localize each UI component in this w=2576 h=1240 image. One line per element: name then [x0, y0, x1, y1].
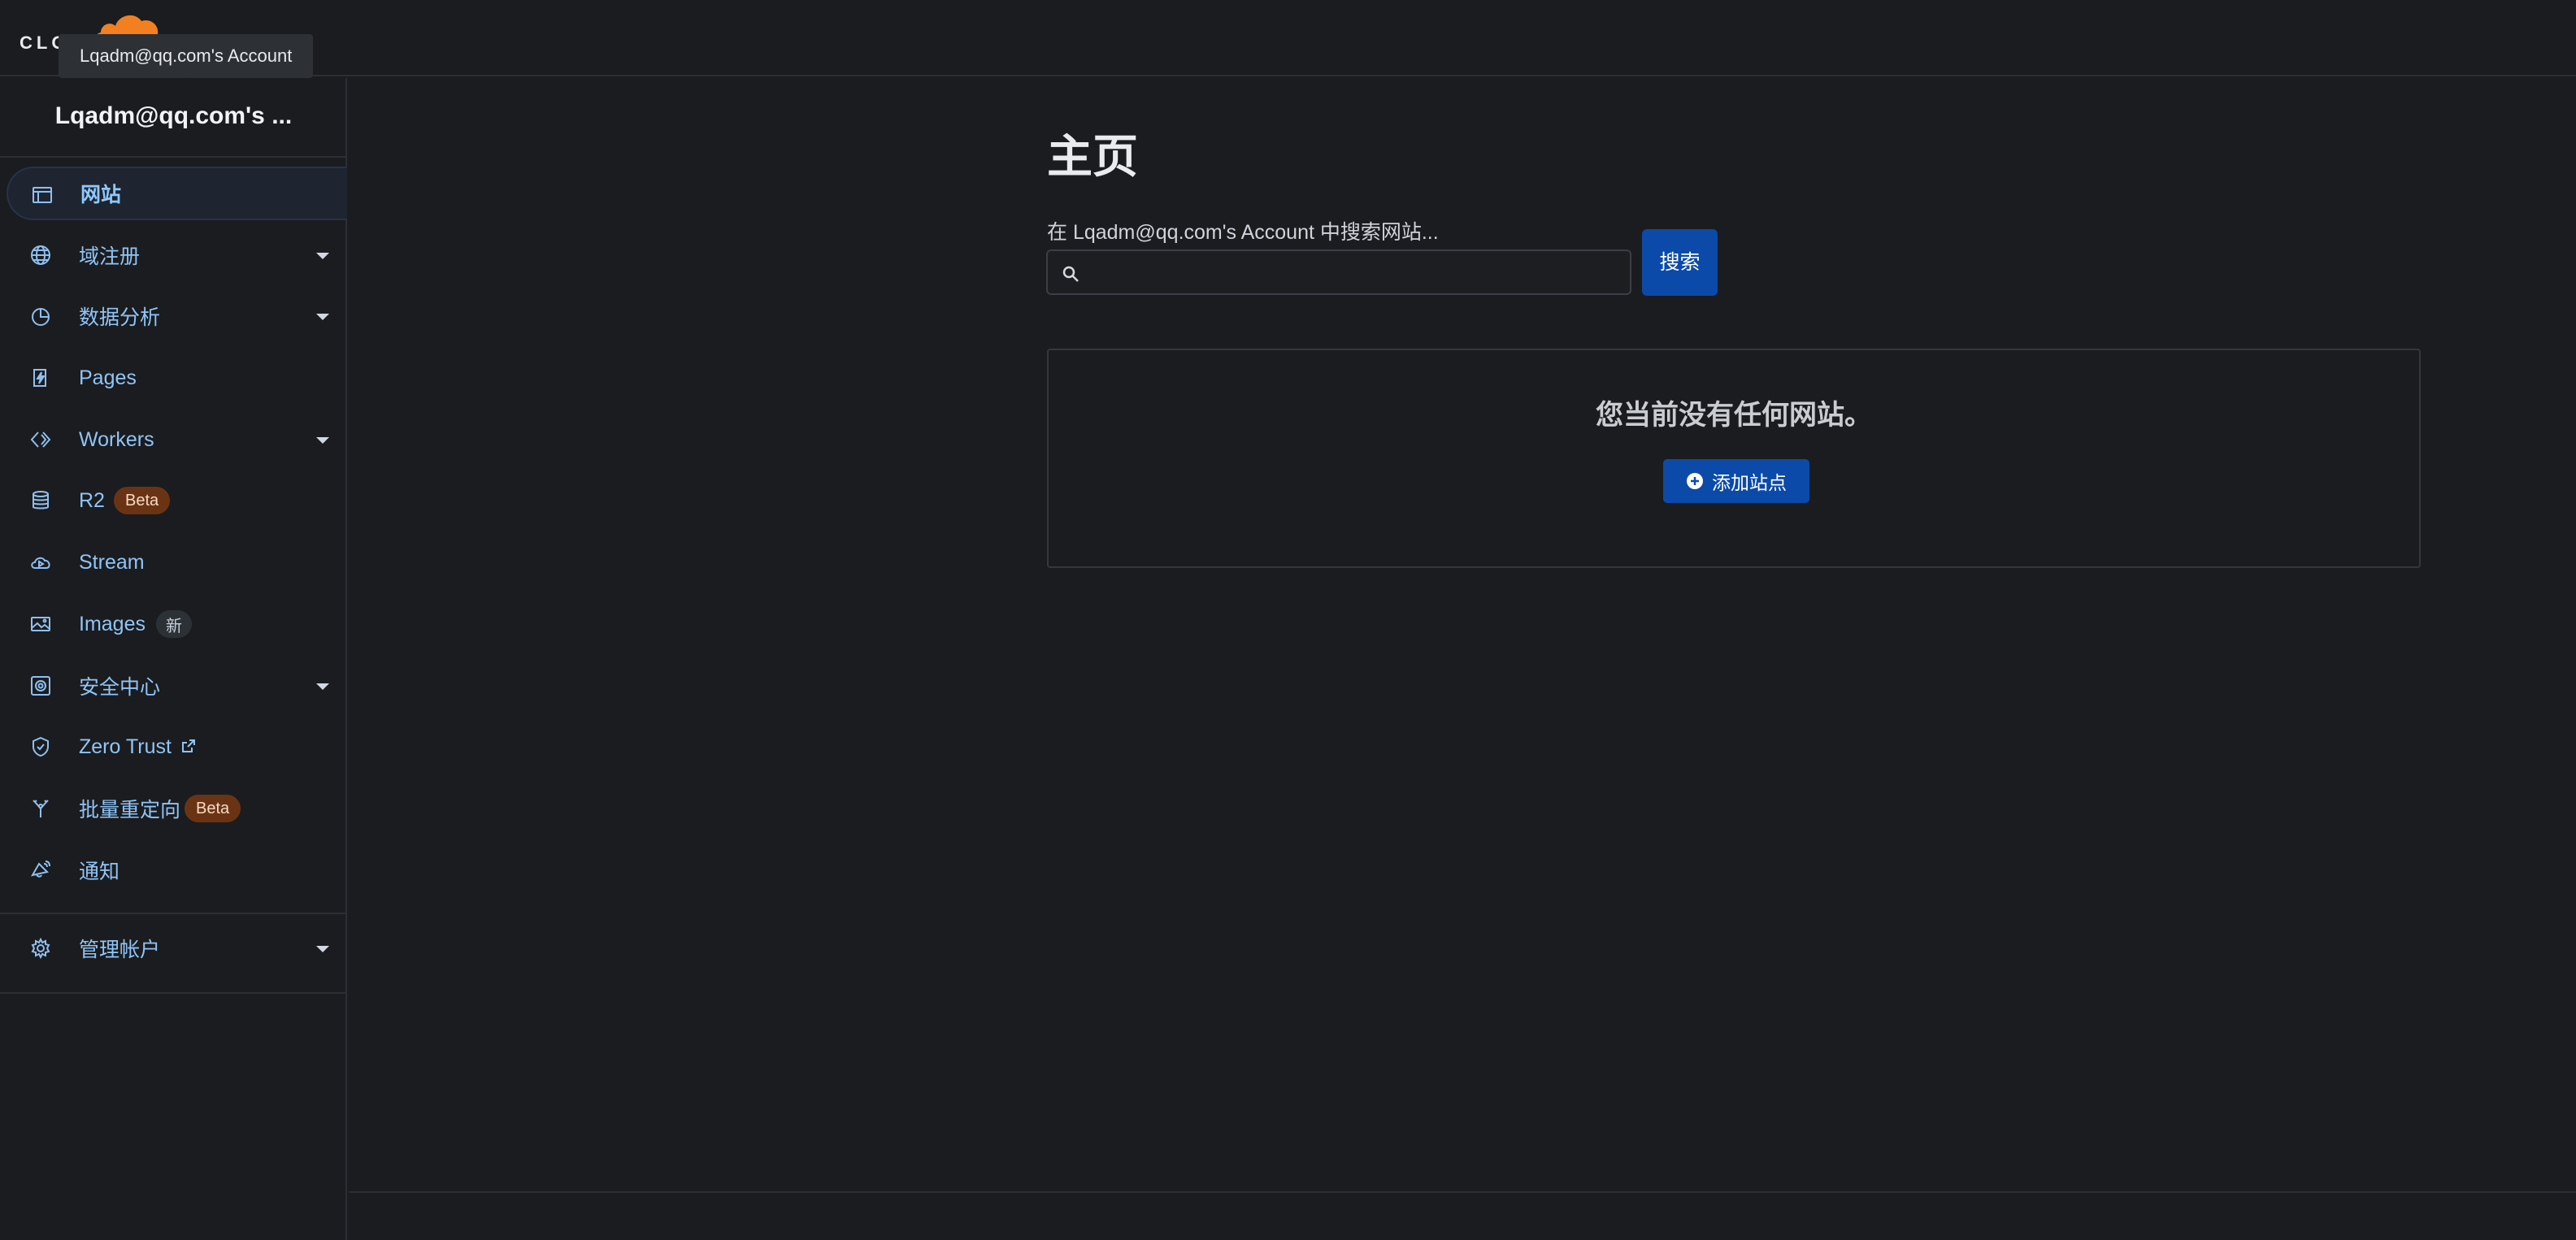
sidebar-item-label: 批量重定向: [79, 799, 181, 822]
sidebar-item-label: 安全中心: [79, 676, 161, 699]
pie-chart-icon: [29, 305, 52, 327]
workers-diamond-icon: [29, 428, 52, 451]
search-input[interactable]: [1088, 256, 1617, 288]
sidebar-item-label: Pages: [79, 366, 137, 389]
sidebar-item-zero-trust[interactable]: Zero Trust: [7, 720, 347, 774]
search-field[interactable]: [1046, 249, 1631, 295]
chevron-down-icon[interactable]: [316, 683, 329, 690]
chevron-down-icon[interactable]: [316, 314, 329, 320]
image-icon: [29, 613, 52, 635]
sidebar-item-websites[interactable]: 网站: [7, 167, 347, 220]
sidebar-item-analytics[interactable]: 数据分析: [7, 289, 347, 343]
sidebar-item-domain-registration[interactable]: 域注册: [7, 228, 347, 282]
footer-divider: [349, 1191, 2576, 1193]
sidebar-item-bulk-redirects[interactable]: 批量重定向 Beta: [7, 782, 347, 835]
add-site-button[interactable]: 添加站点: [1663, 459, 1809, 503]
beta-badge: Beta: [185, 795, 241, 822]
shield-check-icon: [29, 735, 52, 758]
new-badge: 新: [156, 610, 192, 638]
account-tooltip: Lqadm@qq.com's Account: [59, 34, 314, 78]
sidebar-item-stream[interactable]: Stream: [7, 535, 347, 589]
lightning-page-icon: [29, 366, 52, 389]
chevron-down-icon[interactable]: [316, 437, 329, 444]
security-center-icon: [29, 674, 52, 697]
search-label: 在 Lqadm@qq.com's Account 中搜索网站...: [1047, 221, 1439, 244]
sidebar-item-label: 通知: [79, 861, 120, 883]
browser-window-icon: [31, 184, 54, 206]
sidebar-divider: [0, 992, 347, 994]
sidebar-divider: [0, 156, 347, 158]
sidebar-item-images[interactable]: Images 新: [7, 597, 347, 651]
sidebar-item-workers[interactable]: Workers: [7, 413, 347, 466]
search-button[interactable]: 搜索: [1642, 229, 1718, 296]
sidebar-item-label: Zero Trust: [79, 735, 172, 758]
sidebar-item-r2[interactable]: R2 Beta: [7, 474, 347, 527]
sidebar-item-label: Workers: [79, 427, 154, 451]
search-icon: [1061, 264, 1080, 284]
add-site-label: 添加站点: [1712, 472, 1787, 493]
sidebar: Lqadm@qq.com's ... 网站 域注册 数据分析 Pages Wor…: [0, 78, 347, 1240]
notification-icon: [29, 859, 52, 882]
sidebar-item-label: Images: [79, 612, 146, 635]
chevron-down-icon[interactable]: [316, 946, 329, 952]
sidebar-item-label: 管理帐户: [79, 939, 161, 961]
cloud-play-icon: [29, 551, 52, 574]
sidebar-item-label: 域注册: [79, 245, 141, 268]
page-title: 主页: [1047, 131, 1138, 182]
sidebar-item-label: Stream: [79, 550, 145, 574]
chevron-down-icon[interactable]: [316, 253, 329, 259]
sidebar-item-label: 网站: [80, 184, 122, 206]
database-icon: [29, 489, 52, 512]
plus-circle-icon: [1686, 472, 1704, 490]
top-bar: CLO: [0, 0, 2576, 76]
empty-state-message: 您当前没有任何网站。: [1596, 400, 1872, 431]
beta-badge: Beta: [114, 487, 171, 514]
sidebar-divider: [0, 913, 347, 914]
sidebar-item-notifications[interactable]: 通知: [7, 843, 347, 897]
sidebar-item-pages[interactable]: Pages: [7, 351, 347, 405]
sidebar-item-security-center[interactable]: 安全中心: [7, 659, 347, 713]
sidebar-item-manage-account[interactable]: 管理帐户: [7, 921, 347, 975]
account-name[interactable]: Lqadm@qq.com's ...: [0, 102, 347, 130]
redirect-fork-icon: [29, 797, 52, 820]
empty-sites-panel: 您当前没有任何网站。 添加站点: [1047, 349, 2421, 568]
external-link-icon: [180, 738, 197, 754]
globe-icon: [29, 244, 52, 267]
gear-icon: [29, 937, 52, 960]
sidebar-item-label: R2: [79, 488, 105, 512]
sidebar-item-label: 数据分析: [79, 306, 161, 329]
